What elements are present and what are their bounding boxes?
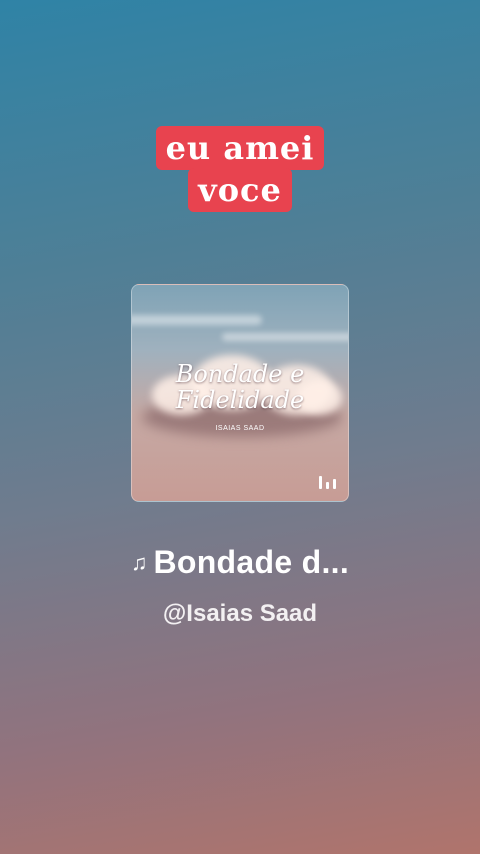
cover-title: Bondade e Fidelidade: [132, 361, 348, 413]
cover-artist: ISAIAS SAAD: [215, 425, 265, 432]
sky-streak: [222, 333, 348, 341]
album-cover[interactable]: Bondade e Fidelidade ISAIAS SAAD: [131, 284, 349, 502]
equalizer-icon: [319, 476, 336, 489]
artist-handle[interactable]: @Isaias Saad: [0, 600, 480, 628]
song-title-row[interactable]: ♫ Bondade d...: [0, 544, 480, 581]
cover-title-line-2: Fidelidade: [175, 386, 305, 414]
sky-streak: [132, 315, 262, 325]
cover-title-line-1: Bondade e: [175, 360, 305, 388]
caption-overlay: eu amei voce: [0, 126, 480, 212]
music-note-icon: ♫: [130, 549, 148, 575]
song-title[interactable]: Bondade d...: [153, 544, 349, 581]
caption-line-1: eu amei: [155, 126, 325, 170]
caption-line-2: voce: [188, 168, 292, 212]
